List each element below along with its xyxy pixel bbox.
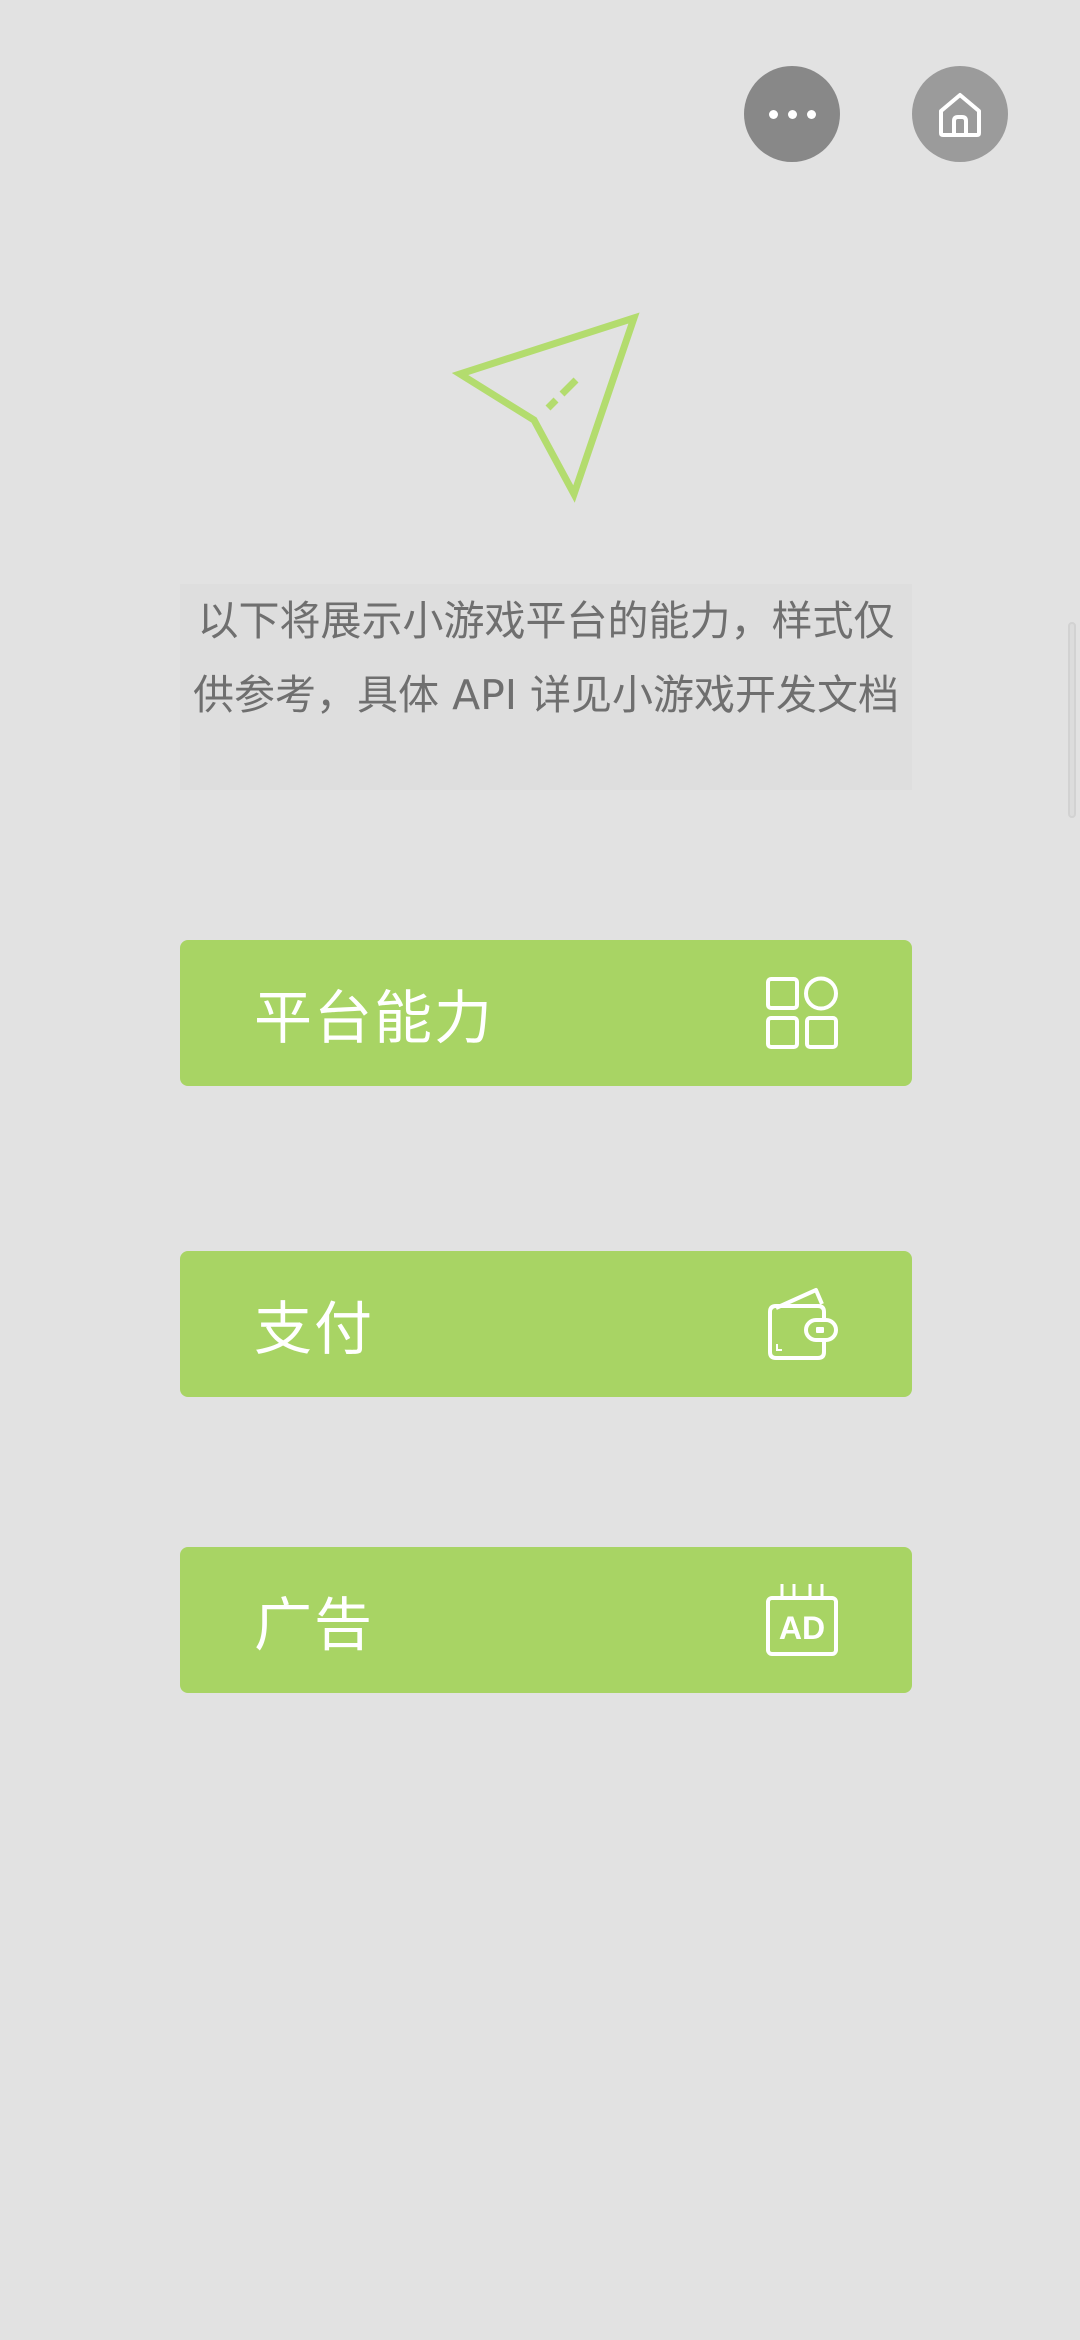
wallet-icon [768, 1288, 838, 1360]
more-button[interactable] [744, 66, 840, 162]
payment-button[interactable]: 支付 [180, 1251, 912, 1397]
payment-label: 支付 [254, 1295, 375, 1363]
paper-plane-icon [452, 312, 640, 503]
ad-button[interactable]: 广告 AD [180, 1547, 912, 1693]
platform-ability-label: 平台能力 [254, 984, 495, 1052]
home-icon [939, 93, 981, 137]
scrollbar [1068, 622, 1076, 818]
svg-text:AD: AD [779, 1610, 825, 1646]
ad-icon: AD [766, 1584, 838, 1656]
grid-apps-icon [766, 976, 838, 1049]
home-button[interactable] [912, 66, 1008, 162]
ad-label: 广告 [254, 1591, 375, 1659]
more-dots-icon [768, 109, 816, 119]
intro-text: 以下将展示小游戏平台的能力，样式仅供参考，具体 API 详见小游戏开发文档 [180, 584, 912, 790]
platform-ability-button[interactable]: 平台能力 [180, 940, 912, 1086]
